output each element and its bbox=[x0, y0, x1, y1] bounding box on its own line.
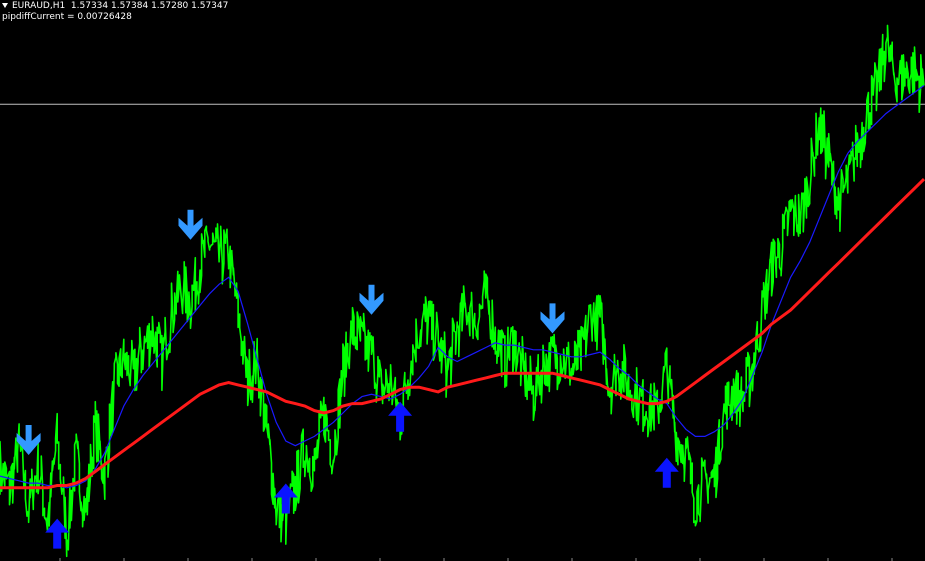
buy-arrow-icon bbox=[654, 457, 679, 488]
buy-arrow-icon bbox=[388, 401, 413, 432]
fast-ma-line bbox=[0, 85, 925, 489]
slow-ma-line bbox=[0, 178, 925, 490]
sell-arrow-icon bbox=[178, 209, 203, 240]
sell-arrow-icon bbox=[359, 284, 384, 315]
price-chart[interactable] bbox=[0, 0, 925, 561]
sell-arrow-icon bbox=[540, 303, 565, 334]
